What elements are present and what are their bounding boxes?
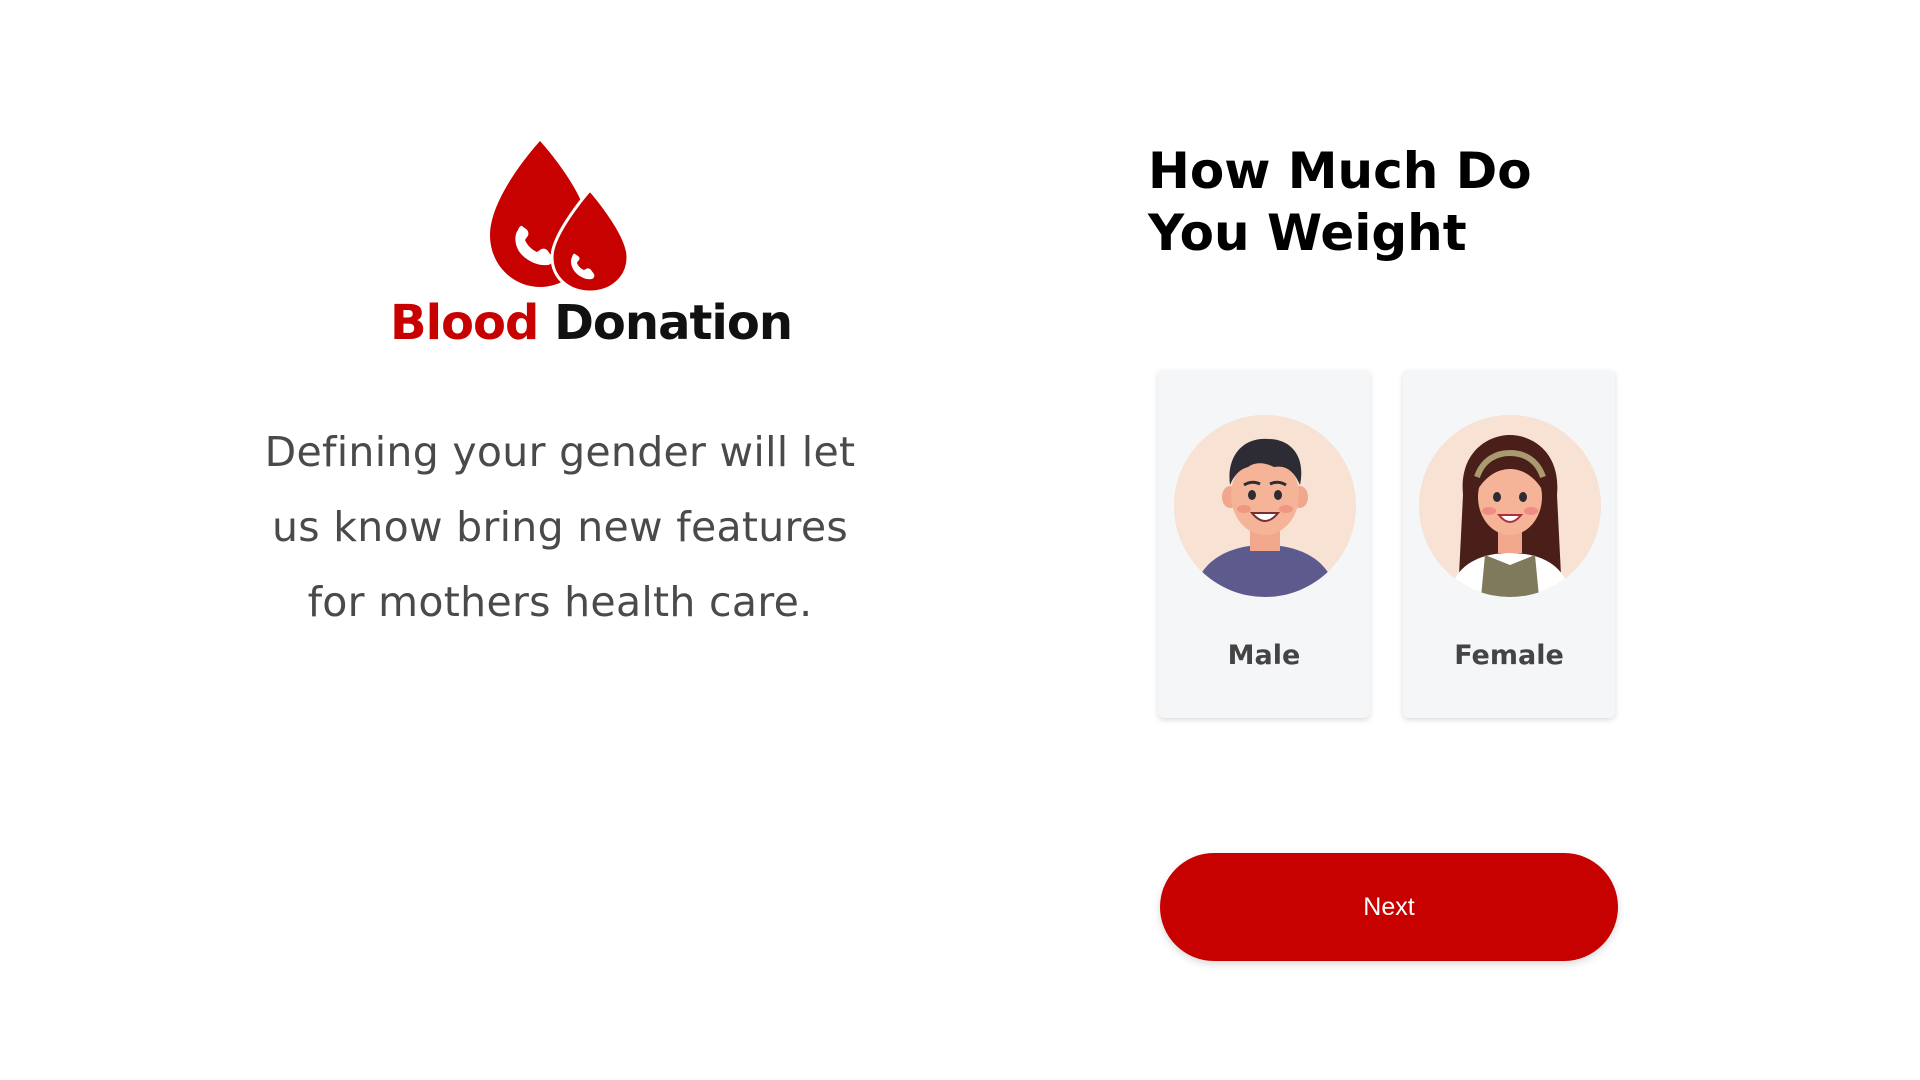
page-title-line-2: You Weight [1148,204,1467,262]
brand-logo: Blood Donation [380,135,793,355]
page-title: How Much Do You Weight [1148,140,1608,264]
page-title-line-1: How Much Do [1148,142,1532,200]
brand-name-part1: Blood [390,295,539,351]
brand-name-part2: Donation [554,295,793,351]
gender-option-male[interactable]: Male [1158,370,1370,718]
next-button[interactable]: Next [1160,853,1618,961]
intro-line-3: for mothers health care. [307,578,813,626]
gender-label-male: Male [1227,640,1301,671]
brand-name: Blood Donation [390,295,793,351]
intro-line-2: us know bring new features [271,503,849,551]
intro-text: Defining your gender will let us know br… [230,415,890,640]
male-avatar-icon [1174,415,1356,597]
gender-label-female: Female [1454,640,1564,671]
female-avatar-icon [1419,415,1601,597]
intro-line-1: Defining your gender will let [264,428,856,476]
blood-drops-phone-icon [490,141,630,294]
gender-option-female[interactable]: Female [1403,370,1615,718]
gender-selection-page: Blood Donation Defining your gender will… [0,0,1920,1080]
